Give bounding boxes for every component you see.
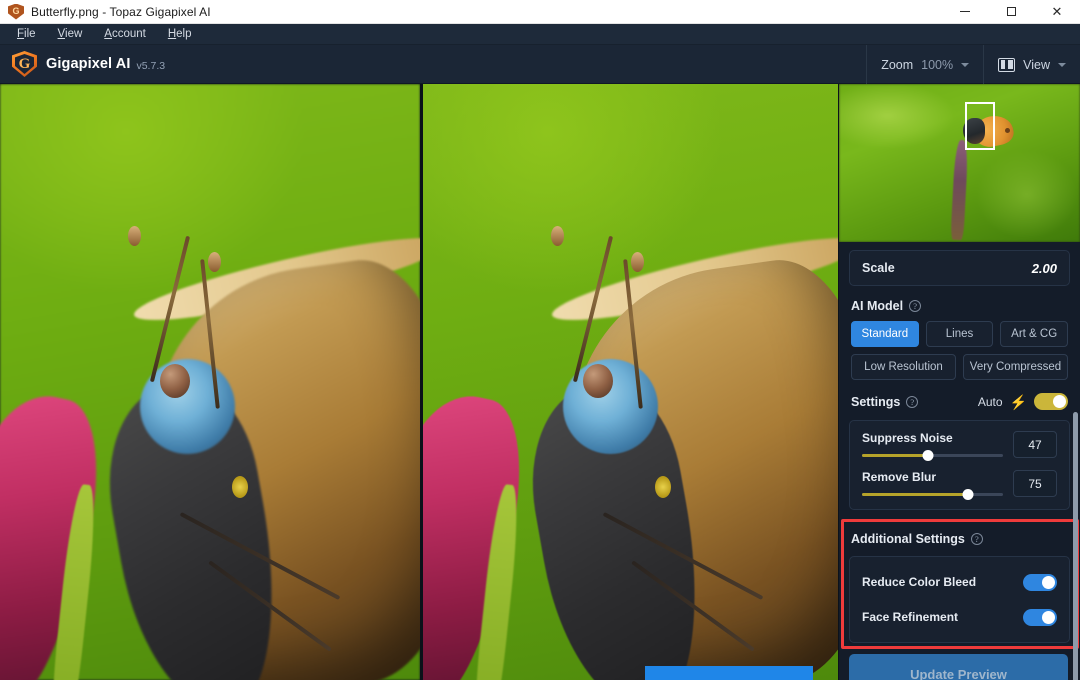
- original-image: [0, 84, 420, 680]
- additional-settings-label: Additional Settings: [851, 532, 965, 546]
- additional-settings-section: Additional Settings ? Reduce Color Bleed…: [839, 519, 1080, 649]
- scale-value: 2.00: [1031, 260, 1057, 276]
- help-icon[interactable]: ?: [970, 533, 983, 545]
- suppress-noise-row: Suppress Noise 47: [862, 431, 1057, 461]
- toolbar-controls: Zoom 100% View: [866, 45, 1080, 84]
- ai-model-low-resolution[interactable]: Low Resolution: [851, 354, 956, 380]
- menu-item-account[interactable]: Account: [93, 24, 157, 45]
- brand: G Gigapixel AI v5.7.3: [12, 51, 165, 77]
- face-refinement-label: Face Refinement: [862, 610, 959, 624]
- ai-model-header: AI Model ?: [839, 286, 1080, 321]
- settings-label: Settings: [851, 394, 901, 409]
- settings-auto-group: Auto ⚡: [978, 393, 1068, 410]
- auto-toggle[interactable]: [1034, 393, 1068, 410]
- reduce-color-bleed-label: Reduce Color Bleed: [862, 575, 977, 589]
- additional-settings-header: Additional Settings ?: [839, 519, 1080, 554]
- view-control[interactable]: View: [983, 45, 1080, 84]
- ai-model-options-row-1: Standard Lines Art & CG: [839, 321, 1080, 347]
- maximize-button[interactable]: [988, 0, 1034, 24]
- original-image-pane[interactable]: [0, 84, 420, 680]
- zoom-value: 100%: [921, 57, 954, 72]
- face-refinement-toggle[interactable]: [1023, 608, 1057, 626]
- main-body: Scale 2.00 AI Model ? Standard Lines Art…: [0, 84, 1080, 680]
- split-view-icon: [998, 57, 1016, 72]
- face-refinement-row: Face Refinement: [862, 604, 1057, 630]
- settings-sidebar: Scale 2.00 AI Model ? Standard Lines Art…: [838, 84, 1080, 680]
- ai-model-label: AI Model: [851, 299, 904, 313]
- navigator-butterfly-eyespot: [1005, 128, 1010, 133]
- maximize-icon: [1006, 7, 1016, 16]
- additional-settings-card: Reduce Color Bleed Face Refinement: [849, 556, 1070, 643]
- sidebar-scroll-area: Scale 2.00 AI Model ? Standard Lines Art…: [839, 242, 1080, 680]
- reduce-color-bleed-toggle[interactable]: [1023, 573, 1057, 591]
- zoom-label: Zoom: [881, 57, 914, 72]
- remove-blur-slider[interactable]: [862, 489, 1003, 500]
- remove-blur-value[interactable]: 75: [1013, 470, 1057, 497]
- suppress-noise-label: Suppress Noise: [862, 431, 953, 445]
- window-title: Butterfly.png - Topaz Gigapixel AI: [31, 4, 211, 19]
- view-label: View: [1023, 57, 1050, 72]
- menu-item-help[interactable]: Help: [157, 24, 203, 45]
- gigapixel-shield-icon: G: [8, 3, 24, 20]
- help-icon[interactable]: ?: [909, 300, 922, 312]
- remove-blur-label: Remove Blur: [862, 470, 937, 484]
- close-icon: ✕: [1051, 4, 1063, 19]
- suppress-noise-value[interactable]: 47: [1013, 431, 1057, 458]
- chevron-down-icon[interactable]: [961, 62, 970, 67]
- suppress-noise-slider[interactable]: [862, 450, 1003, 461]
- settings-sliders-card: Suppress Noise 47 Remove Blur 75: [849, 420, 1070, 510]
- viewport-rectangle[interactable]: [965, 102, 995, 150]
- sidebar-scrollbar[interactable]: [1073, 412, 1078, 680]
- scale-label: Scale: [862, 261, 895, 275]
- title-bar: G Butterfly.png - Topaz Gigapixel AI ✕: [0, 0, 1080, 24]
- close-button[interactable]: ✕: [1034, 0, 1080, 24]
- zoom-control[interactable]: Zoom 100%: [866, 45, 983, 84]
- menu-item-view[interactable]: View: [47, 24, 94, 45]
- ai-model-options-row-2: Low Resolution Very Compressed: [839, 354, 1080, 380]
- update-preview-button[interactable]: Update Preview: [849, 654, 1068, 680]
- brand-name: Gigapixel AI: [46, 56, 131, 72]
- menu-bar: File View Account Help: [0, 24, 1080, 45]
- app-icon: G: [8, 3, 24, 20]
- ai-model-art-cg[interactable]: Art & CG: [1000, 321, 1069, 347]
- minimize-button[interactable]: [942, 0, 988, 24]
- app-toolbar: G Gigapixel AI v5.7.3 Zoom 100% View: [0, 45, 1080, 84]
- ai-model-lines[interactable]: Lines: [925, 321, 994, 347]
- scale-row[interactable]: Scale 2.00: [849, 250, 1070, 286]
- navigator-thumbnail[interactable]: [839, 84, 1080, 242]
- sidebar-scrollbar-thumb[interactable]: [1073, 412, 1078, 680]
- auto-label: Auto: [977, 394, 1003, 409]
- chevron-down-icon[interactable]: [1058, 62, 1066, 67]
- preview-progress-bar: [645, 666, 813, 680]
- image-comparison-area: [0, 84, 838, 680]
- settings-header: Settings ? Auto ⚡: [839, 380, 1080, 418]
- help-icon[interactable]: ?: [906, 395, 919, 408]
- preview-image: [423, 84, 838, 680]
- minimize-icon: [960, 11, 970, 12]
- gigapixel-logo-icon: G: [12, 51, 37, 77]
- lightning-bolt-icon: ⚡: [1009, 393, 1027, 410]
- brand-version: v5.7.3: [136, 60, 166, 72]
- remove-blur-row: Remove Blur 75: [862, 470, 1057, 500]
- preview-image-pane[interactable]: [423, 84, 838, 680]
- ai-model-very-compressed[interactable]: Very Compressed: [963, 354, 1068, 380]
- brand-logo-letter: G: [18, 55, 31, 72]
- menu-item-file[interactable]: File: [6, 24, 47, 45]
- ai-model-standard[interactable]: Standard: [851, 321, 919, 347]
- reduce-color-bleed-row: Reduce Color Bleed: [862, 569, 1057, 595]
